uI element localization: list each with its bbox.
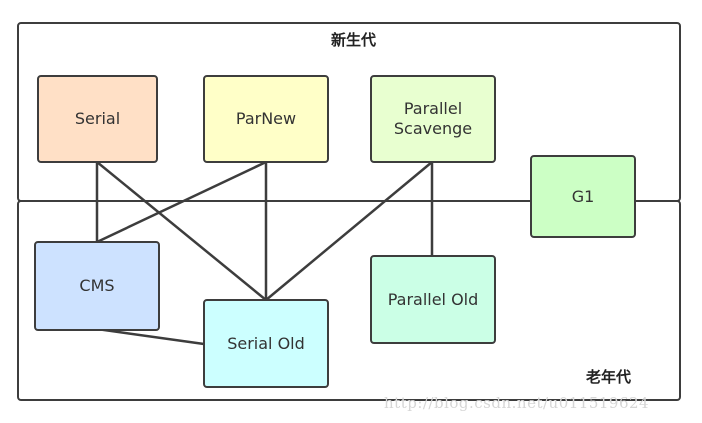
parallel-old-collector-box: Parallel Old <box>370 255 496 344</box>
parallel-scavenge-collector-box: Parallel Scavenge <box>370 75 496 163</box>
parnew-label: ParNew <box>235 109 297 128</box>
parallel-old-label: Parallel Old <box>387 289 479 309</box>
watermark-text: http://blog.csdn.net/u011519624 <box>384 394 650 412</box>
serial-collector-box: Serial <box>37 75 158 163</box>
serial-label: Serial <box>74 109 121 128</box>
serial-old-label: Serial Old <box>227 333 305 353</box>
cms-collector-box: CMS <box>34 241 160 331</box>
parallel-scavenge-label: Parallel Scavenge <box>393 99 473 138</box>
parnew-collector-box: ParNew <box>203 75 329 163</box>
cms-label: CMS <box>79 276 115 295</box>
link-cms-serial-old <box>96 327 205 346</box>
g1-collector-box: G1 <box>530 155 636 238</box>
g1-label: G1 <box>571 186 595 206</box>
serial-old-collector-box: Serial Old <box>203 299 329 388</box>
